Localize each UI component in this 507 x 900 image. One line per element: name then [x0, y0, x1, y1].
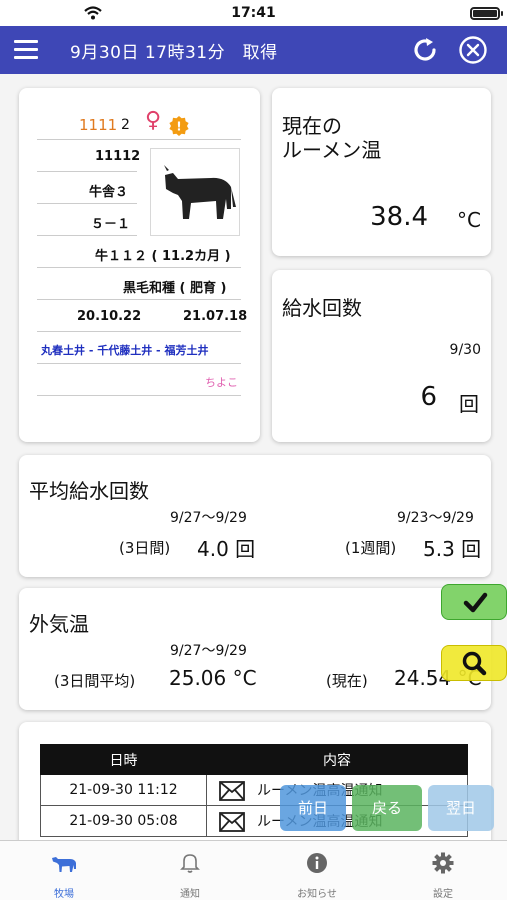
battery-icon — [470, 7, 503, 20]
status-time: 17:41 — [231, 5, 276, 21]
age-label: 牛１１２ ( 11.2カ月 ) — [95, 249, 231, 264]
water-count-card[interactable]: 給水回数 9/30 6 回 — [272, 270, 491, 442]
lineage-label: 丸春土井 - 千代藤土井 - 福芳土井 — [41, 344, 209, 357]
tab-notifications[interactable]: 通知 — [150, 849, 230, 900]
confirm-button[interactable] — [441, 584, 507, 620]
female-icon: ♀ — [145, 108, 162, 133]
next-day-button[interactable]: 翌日 — [428, 785, 494, 831]
water-date: 9/30 — [449, 342, 481, 358]
cow-icon — [164, 165, 236, 219]
main-content: 1111 2 ♀ ! 11112 牛舎３ ５－１ 牛１１２ ( 11.2カ月 ) — [0, 74, 507, 840]
animal-id: 1111 — [79, 116, 118, 134]
rumen-value: 38.4 — [370, 202, 428, 232]
animal-number: 11112 — [95, 149, 141, 164]
svg-text:!: ! — [176, 120, 181, 134]
breed-row: 黒毛和種 ( 肥育 ) — [37, 268, 241, 300]
avg-water-title: 平均給水回数 — [29, 479, 149, 503]
outside-temp-avg-value: 25.06 °C — [169, 666, 257, 690]
dates-row: 20.10.22 21.07.18 — [37, 300, 247, 332]
avg-water-card[interactable]: 平均給水回数 9/27～9/29 9/23～9/29 (3日間) 4.0 回 (… — [19, 455, 491, 577]
outside-temp-avg-label: (3日間平均) — [54, 672, 136, 690]
rumen-title-line1: 現在の — [282, 114, 342, 138]
avg-label-1week: (1週間) — [345, 539, 397, 557]
mail-icon — [219, 811, 245, 832]
menu-icon[interactable] — [14, 40, 38, 60]
check-icon — [463, 592, 488, 613]
row-datetime: 21-09-30 11:12 — [40, 774, 207, 806]
animal-id-suffix: 2 — [121, 117, 130, 133]
avg-value-1week: 5.3 回 — [423, 537, 482, 561]
outside-temp-card[interactable]: 外気温 9/27～9/29 (3日間平均) 25.06 °C (現在) 24.5… — [19, 588, 491, 710]
avg-value-3day: 4.0 回 — [197, 537, 256, 561]
search-icon — [462, 651, 487, 676]
animal-info-card[interactable]: 1111 2 ♀ ! 11112 牛舎３ ５－１ 牛１１２ ( 11.2カ月 ) — [19, 88, 260, 442]
mail-icon — [219, 780, 245, 801]
lineage-row: 丸春土井 - 千代藤土井 - 福芳土井 — [37, 332, 241, 364]
alert-badge-icon: ! — [169, 116, 189, 136]
bell-icon — [180, 854, 200, 873]
avg-label-3day: (3日間) — [119, 539, 171, 557]
search-button[interactable] — [441, 645, 507, 681]
pen-row: ５－１ — [37, 204, 137, 236]
prev-day-button[interactable]: 前日 — [280, 785, 346, 831]
tab-settings[interactable]: 設定 — [403, 849, 483, 900]
animal-number-row: 11112 — [37, 140, 141, 172]
tab-farm-label: 牧場 — [54, 889, 74, 900]
rumen-title-line2: ルーメン温 — [282, 138, 382, 162]
bottom-tab-bar: 牧場 通知 お知らせ 設定 — [0, 840, 507, 900]
birth-date: 20.10.22 — [77, 309, 142, 324]
tab-news-label: お知らせ — [297, 889, 337, 900]
water-value: 6 — [420, 382, 437, 412]
avg-range-1week: 9/23～9/29 — [397, 510, 474, 526]
nickname-label: ちよこ — [205, 376, 238, 389]
header-title: 9月30日 17時31分 取得 — [70, 43, 278, 63]
pen-label: ５－１ — [91, 217, 131, 232]
tab-settings-label: 設定 — [433, 889, 453, 900]
rumen-temp-card[interactable]: 現在の ルーメン温 38.4 °C — [272, 88, 491, 256]
outside-temp-current-label: (現在) — [326, 672, 368, 690]
outside-temp-range: 9/27～9/29 — [170, 643, 247, 659]
close-icon[interactable] — [458, 35, 488, 65]
refresh-icon[interactable] — [410, 35, 440, 65]
age-row: 牛１１２ ( 11.2カ月 ) — [37, 236, 241, 268]
water-unit: 回 — [459, 392, 479, 416]
column-header-datetime: 日時 — [40, 744, 207, 775]
rumen-title: 現在の ルーメン温 — [282, 114, 381, 162]
outside-temp-title: 外気温 — [29, 612, 89, 636]
animal-id-row: 1111 2 ♀ ! — [37, 108, 241, 140]
row-datetime: 21-09-30 05:08 — [40, 805, 207, 837]
column-header-content: 内容 — [206, 744, 468, 775]
tab-notifications-label: 通知 — [180, 889, 200, 900]
tab-news[interactable]: お知らせ — [277, 849, 357, 900]
breed-label: 黒毛和種 ( 肥育 ) — [123, 281, 227, 296]
barn-label: 牛舎３ — [89, 185, 129, 200]
cow-image — [150, 148, 240, 236]
water-title: 給水回数 — [282, 296, 362, 320]
intro-date: 21.07.18 — [183, 309, 248, 324]
cow-icon — [52, 857, 76, 872]
back-button[interactable]: 戻る — [352, 785, 422, 831]
info-icon — [307, 853, 327, 873]
avg-range-3day: 9/27～9/29 — [170, 510, 247, 526]
rumen-unit: °C — [457, 208, 481, 232]
gear-icon — [432, 852, 454, 874]
nickname-row: ちよこ — [37, 364, 241, 396]
tab-farm[interactable]: 牧場 — [24, 849, 104, 900]
app-header: 9月30日 17時31分 取得 — [0, 26, 507, 74]
barn-row: 牛舎３ — [37, 172, 137, 204]
status-bar: 17:41 — [0, 0, 507, 26]
